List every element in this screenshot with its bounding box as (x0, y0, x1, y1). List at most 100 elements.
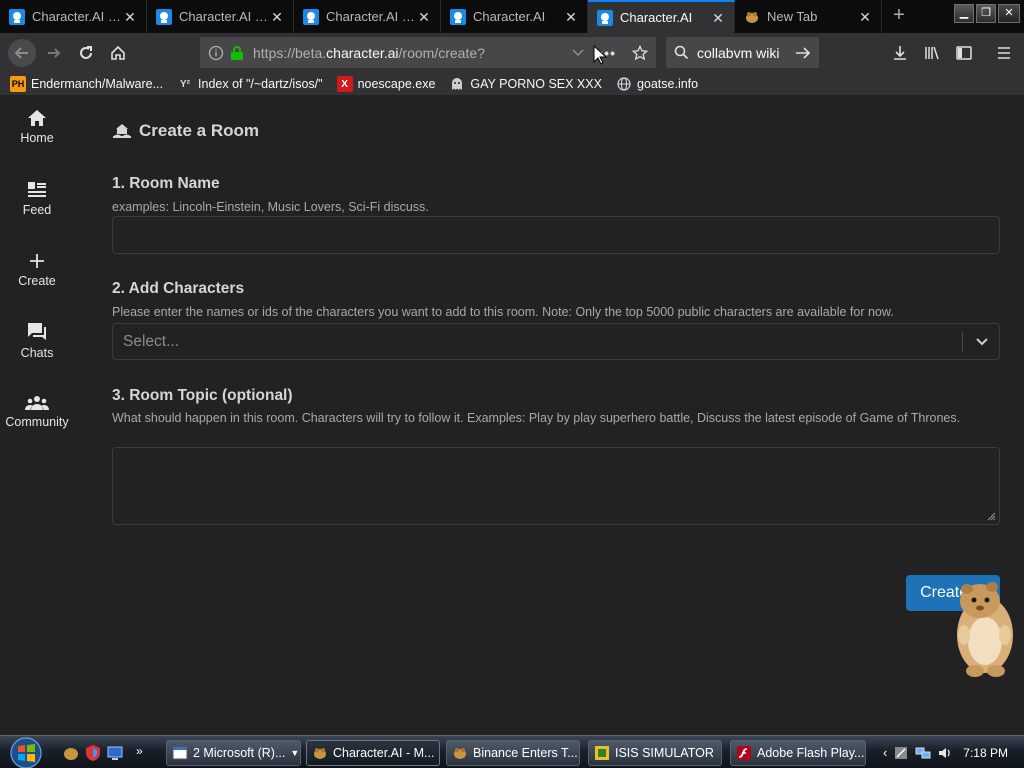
home-button-icon[interactable] (102, 37, 134, 69)
back-arrow-icon[interactable] (6, 37, 38, 69)
x-icon: X (336, 76, 353, 92)
sidebar-item-label: Create (18, 274, 56, 288)
feed-icon (28, 182, 46, 197)
bookmark-item[interactable]: X noescape.exe (336, 76, 435, 92)
add-characters-hint: Please enter the names or ids of the cha… (112, 305, 894, 319)
taskbar-item-character-ai[interactable]: Character.AI - M... (306, 740, 440, 766)
resize-grip-icon[interactable] (987, 512, 996, 521)
bookmark-item[interactable]: GAY PORNO SEX XXX (449, 76, 602, 92)
task-label: Character.AI - M... (333, 746, 435, 760)
ghost-icon (449, 76, 465, 92)
address-bar[interactable]: https://beta. character.ai/room/create? •… (200, 37, 656, 68)
system-tray: ‹ 7:18 PM (879, 736, 1024, 768)
bookmark-label: GAY PORNO SEX XXX (470, 77, 602, 91)
characters-select[interactable]: Select... (112, 323, 1000, 360)
page-content: Home Feed Create Chats Community Create … (0, 95, 1024, 735)
forward-arrow-icon[interactable] (38, 37, 70, 69)
sidebar-item-chats[interactable]: Chats (0, 322, 74, 360)
taskbar-item-isis-simulator[interactable]: ISIS SIMULATOR (588, 740, 722, 766)
bookmark-item[interactable]: goatse.info (616, 76, 698, 92)
toolbar-right (884, 37, 1020, 69)
yc-icon: Y² (180, 78, 191, 90)
tab-close-icon[interactable]: ✕ (710, 10, 726, 26)
tab-close-icon[interactable]: ✕ (563, 9, 579, 25)
browser-tab-4[interactable]: Character.AI ✕ (441, 0, 588, 33)
search-go-arrow-icon[interactable] (795, 46, 811, 60)
tab-close-icon[interactable]: ✕ (416, 9, 432, 25)
bookmark-label: Index of "/~dartz/isos/" (198, 77, 323, 91)
sidebar-toggle-icon[interactable] (948, 37, 980, 69)
tab-close-icon[interactable]: ✕ (269, 9, 285, 25)
volume-icon[interactable] (937, 745, 953, 761)
shield-app-icon[interactable] (84, 744, 102, 762)
tab-close-icon[interactable]: ✕ (857, 9, 873, 25)
downloads-icon[interactable] (884, 37, 916, 69)
url-dropdown-chevron-icon[interactable] (572, 48, 584, 57)
plus-icon (30, 254, 44, 268)
task-group-arrow-icon: ▼ (290, 748, 300, 758)
browser-tab-5-active[interactable]: Character.AI ✕ (588, 0, 735, 33)
taskbar-overflow-chevron-icon[interactable]: » (136, 744, 143, 762)
taskbar-item-microsoft[interactable]: 2 Microsoft (R)... ▼ (166, 740, 301, 766)
navigation-toolbar: https://beta. character.ai/room/create? •… (0, 33, 1024, 73)
tray-app-icon[interactable] (893, 745, 909, 761)
game-icon (595, 746, 609, 760)
browser-tab-2[interactable]: Character.AI - C ✕ (147, 0, 294, 33)
tab-close-icon[interactable]: ✕ (122, 9, 138, 25)
network-icon[interactable] (915, 745, 931, 761)
task-label: ISIS SIMULATOR (615, 746, 714, 760)
search-input-text: collabvm wiki (697, 44, 780, 61)
hamster-quicklaunch-icon[interactable] (62, 744, 80, 762)
character-ai-favicon-icon (156, 8, 172, 25)
character-ai-favicon-icon (303, 8, 319, 25)
chats-icon (28, 323, 46, 340)
sidebar-item-feed[interactable]: Feed (0, 181, 74, 217)
browser-tab-1[interactable]: Character.AI - L ✕ (0, 0, 147, 33)
room-name-input[interactable] (112, 216, 1000, 254)
close-window-icon[interactable]: ✕ (998, 4, 1020, 23)
room-topic-hint: What should happen in this room. Charact… (112, 411, 961, 425)
new-tab-plus-icon[interactable]: + (882, 0, 916, 33)
window-controls: ▁ ❐ ✕ (954, 4, 1024, 23)
bookmark-label: Endermanch/Malware... (31, 77, 164, 91)
sidebar-item-community[interactable]: Community (0, 395, 74, 429)
window-icon (172, 746, 188, 760)
minimize-icon[interactable]: ▁ (954, 4, 974, 23)
dancing-hamster-icon (957, 582, 1013, 677)
chevron-down-icon[interactable] (975, 335, 989, 349)
lock-icon[interactable] (230, 45, 244, 61)
bookmark-item[interactable]: Y² Index of "/~dartz/isos/" (177, 76, 323, 92)
tray-expand-chevron-icon[interactable]: ‹ (883, 745, 887, 760)
taskbar-item-binance[interactable]: Binance Enters T... (446, 740, 580, 766)
add-characters-label: 2. Add Characters (112, 280, 245, 297)
reload-icon[interactable] (70, 37, 102, 69)
bookmark-item[interactable]: PH Endermanch/Malware... (10, 76, 163, 92)
character-ai-favicon-icon (9, 8, 25, 25)
firefox-icon (454, 748, 466, 759)
library-icon[interactable] (916, 37, 948, 69)
show-desktop-icon[interactable] (106, 744, 124, 762)
taskbar-item-flash-player[interactable]: Adobe Flash Play... (730, 740, 866, 766)
room-name-hint: examples: Lincoln-Einstein, Music Lovers… (112, 200, 429, 214)
info-icon[interactable] (208, 45, 224, 61)
browser-tab-6[interactable]: New Tab ✕ (735, 0, 882, 33)
sidebar-item-create[interactable]: Create (0, 252, 74, 288)
tab-title: New Tab (767, 9, 818, 24)
bookmark-star-icon[interactable] (632, 44, 648, 61)
character-ai-favicon-icon (450, 8, 466, 25)
hamburger-menu-icon[interactable] (988, 37, 1020, 69)
room-topic-textarea[interactable] (112, 447, 1000, 525)
bookmark-label: goatse.info (636, 77, 699, 91)
windows-taskbar: » 2 Microsoft (R)... ▼ Character.AI - M.… (0, 735, 1024, 768)
restore-icon[interactable]: ❐ (976, 4, 996, 23)
search-bar[interactable]: collabvm wiki (666, 37, 819, 68)
community-icon (25, 396, 49, 410)
browser-tab-3[interactable]: Character.AI - S ✕ (294, 0, 441, 33)
globe-icon (616, 76, 632, 92)
clock[interactable]: 7:18 PM (963, 746, 1008, 760)
characters-select-placeholder: Select... (123, 332, 179, 350)
sidebar-item-label: Community (5, 415, 69, 429)
sidebar-item-home[interactable]: Home (0, 109, 74, 145)
windows-start-orb-icon[interactable] (7, 737, 45, 768)
tab-title: Character.AI - L (32, 9, 122, 24)
